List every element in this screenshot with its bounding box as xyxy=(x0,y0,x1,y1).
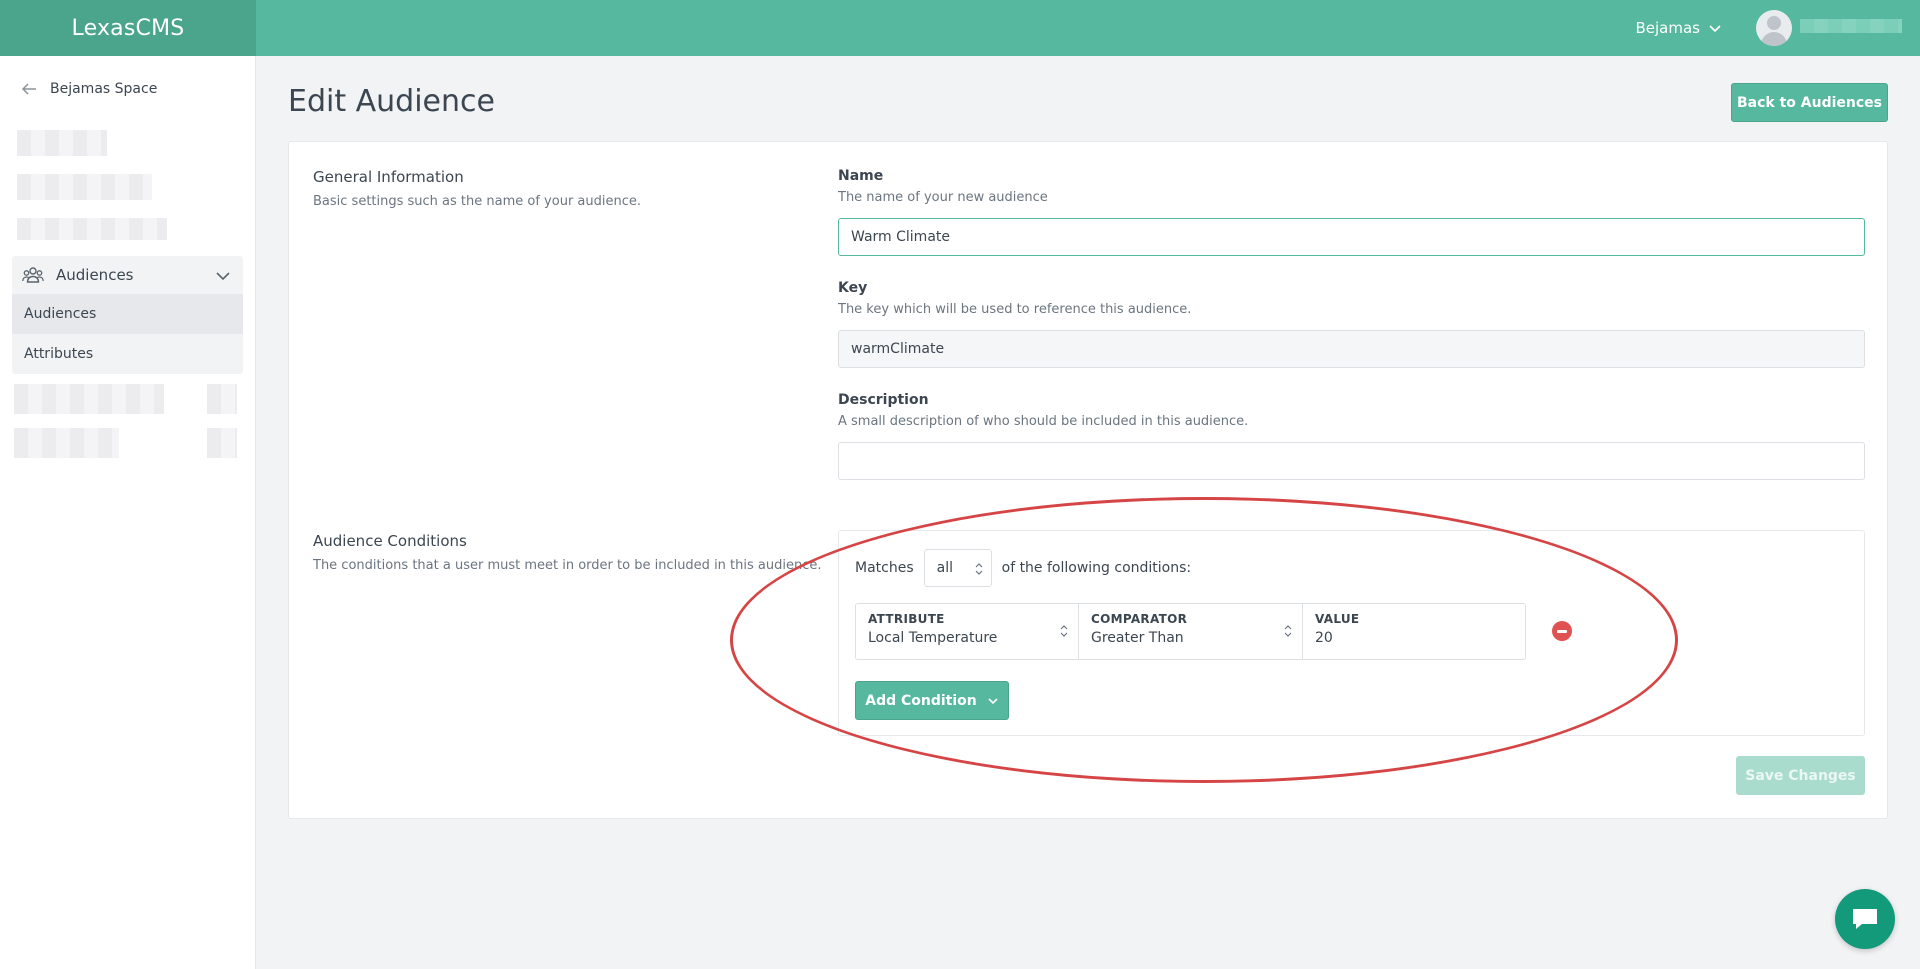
top-bar: Lexas CMS Bejamas xyxy=(0,0,1920,56)
sidebar-item-redacted[interactable] xyxy=(14,428,119,458)
attribute-value: Local Temperature xyxy=(868,630,998,646)
value-input[interactable]: VALUE 20 xyxy=(1303,604,1525,659)
general-section-title: General Information xyxy=(313,168,464,186)
name-label: Name xyxy=(838,168,884,184)
back-to-space-link[interactable]: Bejamas Space xyxy=(20,80,157,98)
chevron-down-icon xyxy=(988,697,998,704)
sidebar-item-redacted[interactable] xyxy=(207,428,237,458)
key-input-value: warmClimate xyxy=(851,341,945,357)
chat-widget-button[interactable] xyxy=(1835,889,1895,949)
sidebar-item-attributes[interactable]: Attributes xyxy=(12,334,243,374)
chevron-down-icon[interactable] xyxy=(215,268,231,284)
user-name-redacted xyxy=(1800,19,1902,33)
sidebar-item-redacted[interactable] xyxy=(14,384,164,414)
conditions-section-description: The conditions that a user must meet in … xyxy=(313,558,822,573)
matches-select[interactable]: all xyxy=(923,549,992,587)
brand-name-part1: Lexas xyxy=(71,15,136,41)
remove-condition-button[interactable] xyxy=(1552,621,1572,641)
key-help: The key which will be used to reference … xyxy=(838,302,1192,317)
user-avatar[interactable] xyxy=(1756,10,1792,46)
minus-icon xyxy=(1557,629,1567,633)
add-condition-label: Add Condition xyxy=(865,692,977,709)
users-icon xyxy=(22,267,44,283)
chat-bubble-icon xyxy=(1853,909,1877,929)
comparator-value: Greater Than xyxy=(1091,630,1184,646)
save-changes-button[interactable]: Save Changes xyxy=(1736,756,1865,795)
sidebar-item-audiences[interactable]: Audiences xyxy=(12,294,243,334)
chevron-down-icon xyxy=(1709,25,1721,33)
page-title: Edit Audience xyxy=(288,84,495,119)
select-arrows-icon xyxy=(1284,625,1292,637)
key-input[interactable]: warmClimate xyxy=(838,330,1865,368)
sidebar: Bejamas Space Audiences Audiences Attrib… xyxy=(0,56,256,969)
matches-suffix: of the following conditions: xyxy=(1001,560,1192,576)
description-input[interactable] xyxy=(838,442,1865,480)
sidebar-item-redacted[interactable] xyxy=(17,130,107,156)
name-help: The name of your new audience xyxy=(838,190,1048,205)
sidebar-item-redacted[interactable] xyxy=(207,384,237,414)
comparator-select[interactable]: COMPARATOR Greater Than xyxy=(1079,604,1303,659)
sidebar-item-label: Audiences xyxy=(24,306,97,322)
attribute-header: ATTRIBUTE xyxy=(868,612,945,626)
comparator-header: COMPARATOR xyxy=(1091,612,1188,626)
value-header: VALUE xyxy=(1315,612,1360,626)
sidebar-group-label: Audiences xyxy=(56,266,134,284)
description-label: Description xyxy=(838,392,929,408)
condition-row: ATTRIBUTE Local Temperature COMPARATOR G… xyxy=(855,603,1526,660)
name-input-value: Warm Climate xyxy=(851,229,950,245)
general-section-description: Basic settings such as the name of your … xyxy=(313,194,642,209)
sidebar-group-audiences: Audiences Audiences Attributes xyxy=(12,256,243,374)
workspace-menu[interactable]: Bejamas xyxy=(1636,0,1723,56)
brand-name-part2: CMS xyxy=(135,15,185,41)
sidebar-item-redacted[interactable] xyxy=(17,218,167,240)
sidebar-item-redacted[interactable] xyxy=(17,174,152,200)
sidebar-group-header[interactable]: Audiences xyxy=(12,256,243,294)
matches-select-value: all xyxy=(936,560,953,576)
avatar-body xyxy=(1761,32,1787,46)
attribute-select[interactable]: ATTRIBUTE Local Temperature xyxy=(856,604,1079,659)
name-input[interactable]: Warm Climate xyxy=(838,218,1865,256)
matches-prefix: Matches xyxy=(855,560,914,576)
workspace-name: Bejamas xyxy=(1635,19,1701,37)
conditions-section-title: Audience Conditions xyxy=(313,532,467,550)
select-arrows-icon xyxy=(975,563,983,575)
back-to-audiences-button[interactable]: Back to Audiences xyxy=(1731,83,1888,122)
arrow-left-icon xyxy=(21,83,36,95)
description-help: A small description of who should be inc… xyxy=(838,414,1249,429)
sidebar-item-label: Attributes xyxy=(24,346,94,362)
value-value: 20 xyxy=(1315,630,1333,646)
brand-logo[interactable]: Lexas CMS xyxy=(0,0,256,56)
conditions-box: Matches all of the following conditions:… xyxy=(838,530,1865,736)
key-label: Key xyxy=(838,280,868,296)
audience-form-card: General Information Basic settings such … xyxy=(288,141,1888,819)
matches-row: Matches all of the following conditions: xyxy=(855,549,1191,587)
space-name: Bejamas Space xyxy=(50,81,158,97)
add-condition-button[interactable]: Add Condition xyxy=(855,681,1009,720)
avatar-head xyxy=(1767,16,1781,30)
select-arrows-icon xyxy=(1060,625,1068,637)
